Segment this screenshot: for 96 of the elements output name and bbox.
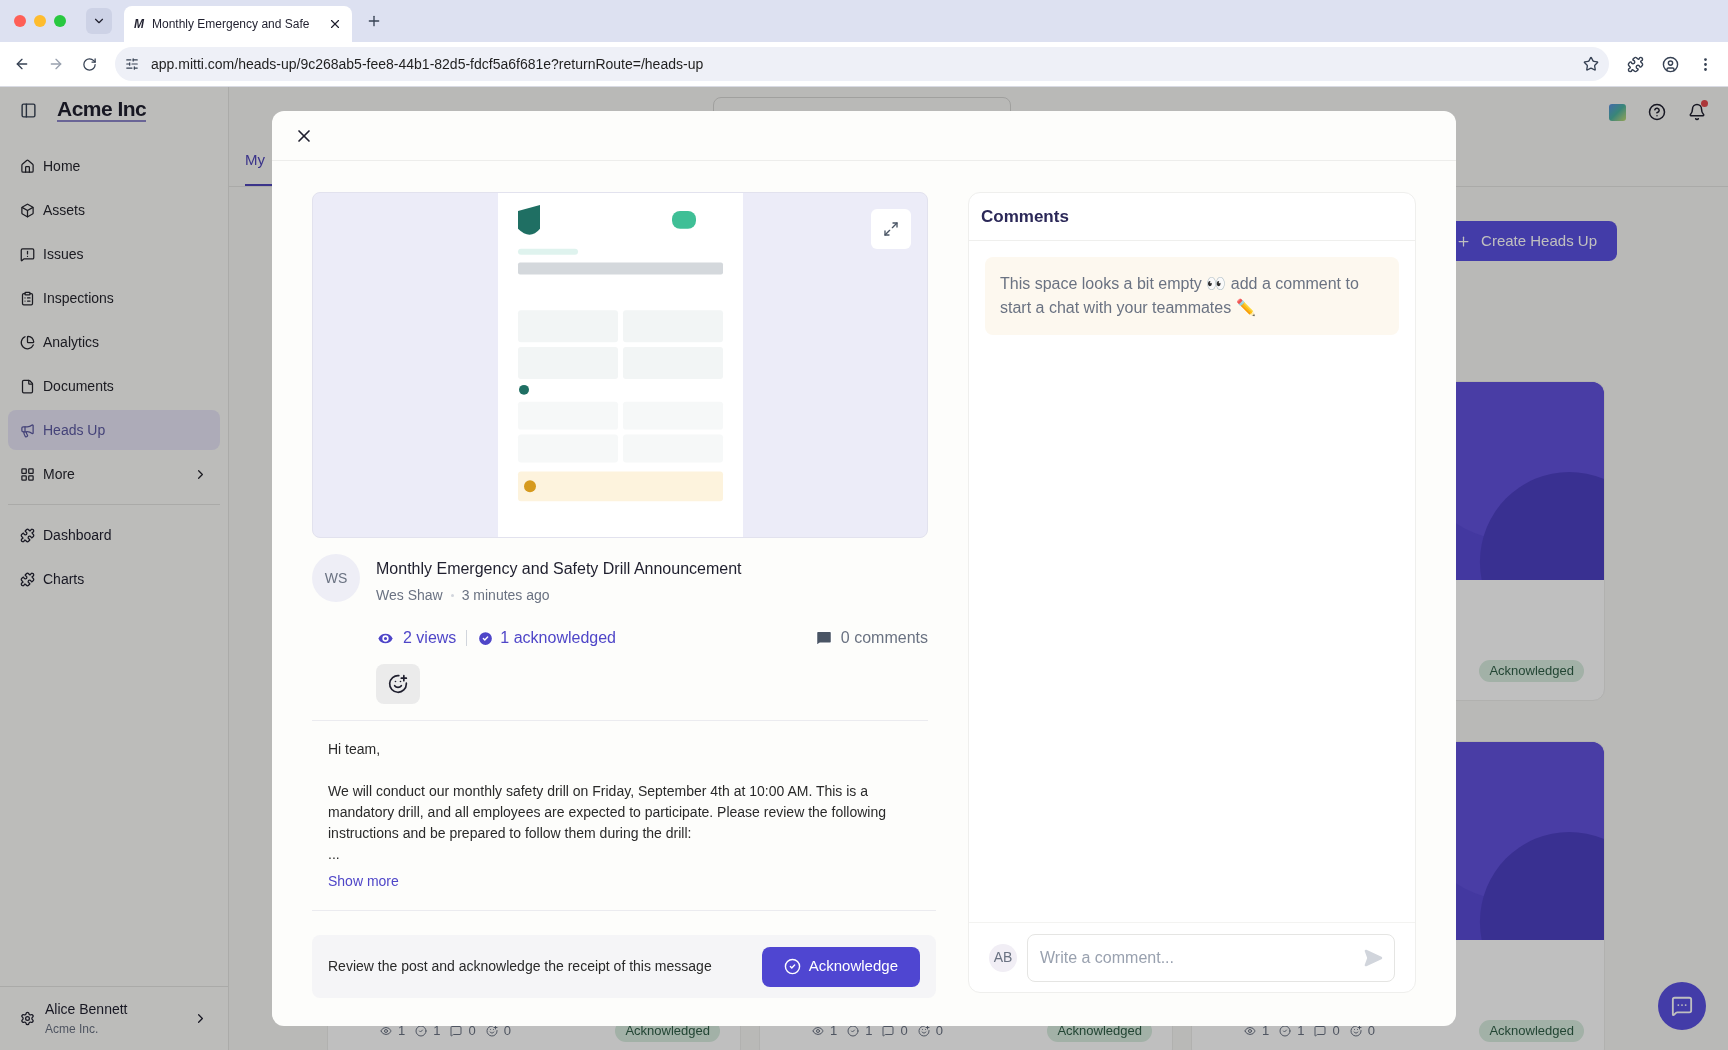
stat-count: 0 xyxy=(1332,1022,1340,1041)
show-more-link[interactable]: Show more xyxy=(328,871,399,892)
comment-icon xyxy=(1314,1025,1327,1037)
sidebar-item[interactable]: Home xyxy=(8,146,220,186)
sidebar-item[interactable]: Documents xyxy=(8,366,220,406)
check-circle-icon xyxy=(783,958,801,975)
sidebar-item[interactable]: Inspections xyxy=(8,278,220,318)
acknowledged-link[interactable]: 1 acknowledged xyxy=(500,626,616,650)
home-icon xyxy=(20,158,35,174)
help-icon[interactable] xyxy=(1648,103,1666,121)
reload-icon[interactable] xyxy=(82,56,97,72)
stat-count: 1 xyxy=(865,1022,873,1041)
views-link[interactable]: 2 views xyxy=(403,626,457,650)
user-avatar: AB xyxy=(989,943,1017,972)
check-circle-icon xyxy=(415,1025,428,1037)
sidebar-item[interactable]: Heads Up xyxy=(8,410,220,450)
browser-tab[interactable]: M Monthly Emergency and Safe xyxy=(124,6,352,42)
stat-count: 1 xyxy=(1262,1022,1270,1041)
clipboard-icon xyxy=(20,290,35,306)
user-menu[interactable]: Alice Bennett Acme Inc. xyxy=(0,986,228,1050)
stat-count: 0 xyxy=(900,1022,908,1041)
sidebar-item[interactable]: Analytics xyxy=(8,322,220,362)
smile-icon xyxy=(485,1025,498,1037)
check-circle-icon xyxy=(1279,1025,1292,1037)
expand-button[interactable] xyxy=(871,209,911,249)
sidebar-item[interactable]: Assets xyxy=(8,190,220,230)
status-badge: Acknowledged xyxy=(1479,660,1584,682)
puzzle-icon xyxy=(20,571,35,587)
grid-icon xyxy=(20,466,35,482)
sidebar-item[interactable]: Dashboard xyxy=(8,515,220,555)
empty-comments-message: This space looks a bit empty 👀 add a comment to start a chat with your teammates ✏ xyxy=(985,257,1399,335)
status-badge: Acknowledged xyxy=(1479,1020,1584,1042)
comment-count: 0 comments xyxy=(840,628,928,648)
logo[interactable]: Acme Inc xyxy=(57,98,147,122)
eye-icon xyxy=(1244,1025,1256,1037)
address-field[interactable]: app.mitti.com/heads-up/9c268ab5-fee8-44b1-82d5-fdcf5a6f681e?returnRoute=/heads-up xyxy=(115,47,1609,81)
sidebar-item[interactable]: More xyxy=(8,454,220,494)
chat-icon xyxy=(1671,995,1693,1017)
sidebar-toggle-icon[interactable] xyxy=(20,101,37,119)
acknowledge-button[interactable]: Acknowledge xyxy=(761,946,920,987)
comments-title: Comments xyxy=(981,205,1069,228)
smile-icon xyxy=(1349,1025,1362,1037)
comment-icon xyxy=(450,1025,463,1037)
body-paragraph: ... xyxy=(328,845,341,864)
back-icon[interactable] xyxy=(14,56,30,72)
pie-chart-icon xyxy=(20,334,35,350)
tab-title: Monthly Emergency and Safe xyxy=(152,16,311,33)
file-icon xyxy=(20,378,35,394)
notification-icon[interactable] xyxy=(1688,103,1706,121)
tab-favicon: M xyxy=(134,16,144,33)
post-time: 3 minutes ago xyxy=(461,586,550,605)
alert-bubble-icon xyxy=(20,246,35,262)
stat-count: 1 xyxy=(398,1022,406,1041)
plus-icon xyxy=(1456,233,1472,249)
profile-icon[interactable] xyxy=(1662,55,1679,73)
smile-plus-icon xyxy=(388,674,408,694)
check-circle-icon xyxy=(477,629,495,647)
extensions-icon[interactable] xyxy=(1627,55,1644,73)
stat-count: 1 xyxy=(1297,1022,1305,1041)
url-text: app.mitti.com/heads-up/9c268ab5-fee8-44b1-82d5-fdcf5a6f681e?returnRoute=/heads-up xyxy=(151,54,705,74)
expand-icon xyxy=(883,221,899,237)
author-name: Wes Shaw xyxy=(376,586,443,605)
app-tile-icon[interactable] xyxy=(1609,103,1626,121)
sidebar-item[interactable]: Charts xyxy=(8,559,220,599)
post-title: Monthly Emergency and Safety Drill Announcement xyxy=(376,559,743,579)
body-paragraph: We will conduct our monthly safety drill on Friday, September 4th at 10:00 AM. This is a mandatory drill, and all employees are expected to participate. Please review the following instructions and be prepared to follow them during the drill: xyxy=(328,782,887,843)
stat-count: 1 xyxy=(433,1022,441,1041)
body-paragraph: Hi team, xyxy=(328,740,382,759)
stat-count: 0 xyxy=(503,1022,511,1041)
new-tab-icon[interactable] xyxy=(366,13,382,29)
eye-icon xyxy=(812,1025,824,1037)
star-icon[interactable] xyxy=(1583,56,1599,72)
user-name: Alice Bennett xyxy=(45,1000,129,1019)
megaphone-icon xyxy=(20,422,35,438)
comment-icon xyxy=(814,629,833,647)
stat-count: 1 xyxy=(830,1022,838,1041)
tab-list-button[interactable] xyxy=(86,8,112,34)
add-reaction-button[interactable] xyxy=(376,664,420,704)
site-settings-icon[interactable] xyxy=(125,57,139,71)
acknowledge-prompt: Review the post and acknowledge the receipt of this message xyxy=(328,957,712,976)
chat-button[interactable] xyxy=(1658,982,1706,1030)
sidebar-item[interactable]: Issues xyxy=(8,234,220,274)
comment-icon xyxy=(882,1025,895,1037)
puzzle-icon xyxy=(20,527,35,543)
check-circle-icon xyxy=(847,1025,860,1037)
close-icon[interactable] xyxy=(328,17,342,31)
smile-icon xyxy=(917,1025,930,1037)
stat-count: 0 xyxy=(1367,1022,1375,1041)
author-avatar: WS xyxy=(312,554,360,602)
cube-icon xyxy=(20,202,35,218)
stat-count: 0 xyxy=(935,1022,943,1041)
settings-icon xyxy=(20,1011,35,1026)
comment-input[interactable]: Write a comment... xyxy=(1027,933,1395,982)
eye-icon xyxy=(380,1025,392,1037)
user-org: Acme Inc. xyxy=(45,1021,100,1038)
stat-count: 0 xyxy=(468,1022,476,1041)
